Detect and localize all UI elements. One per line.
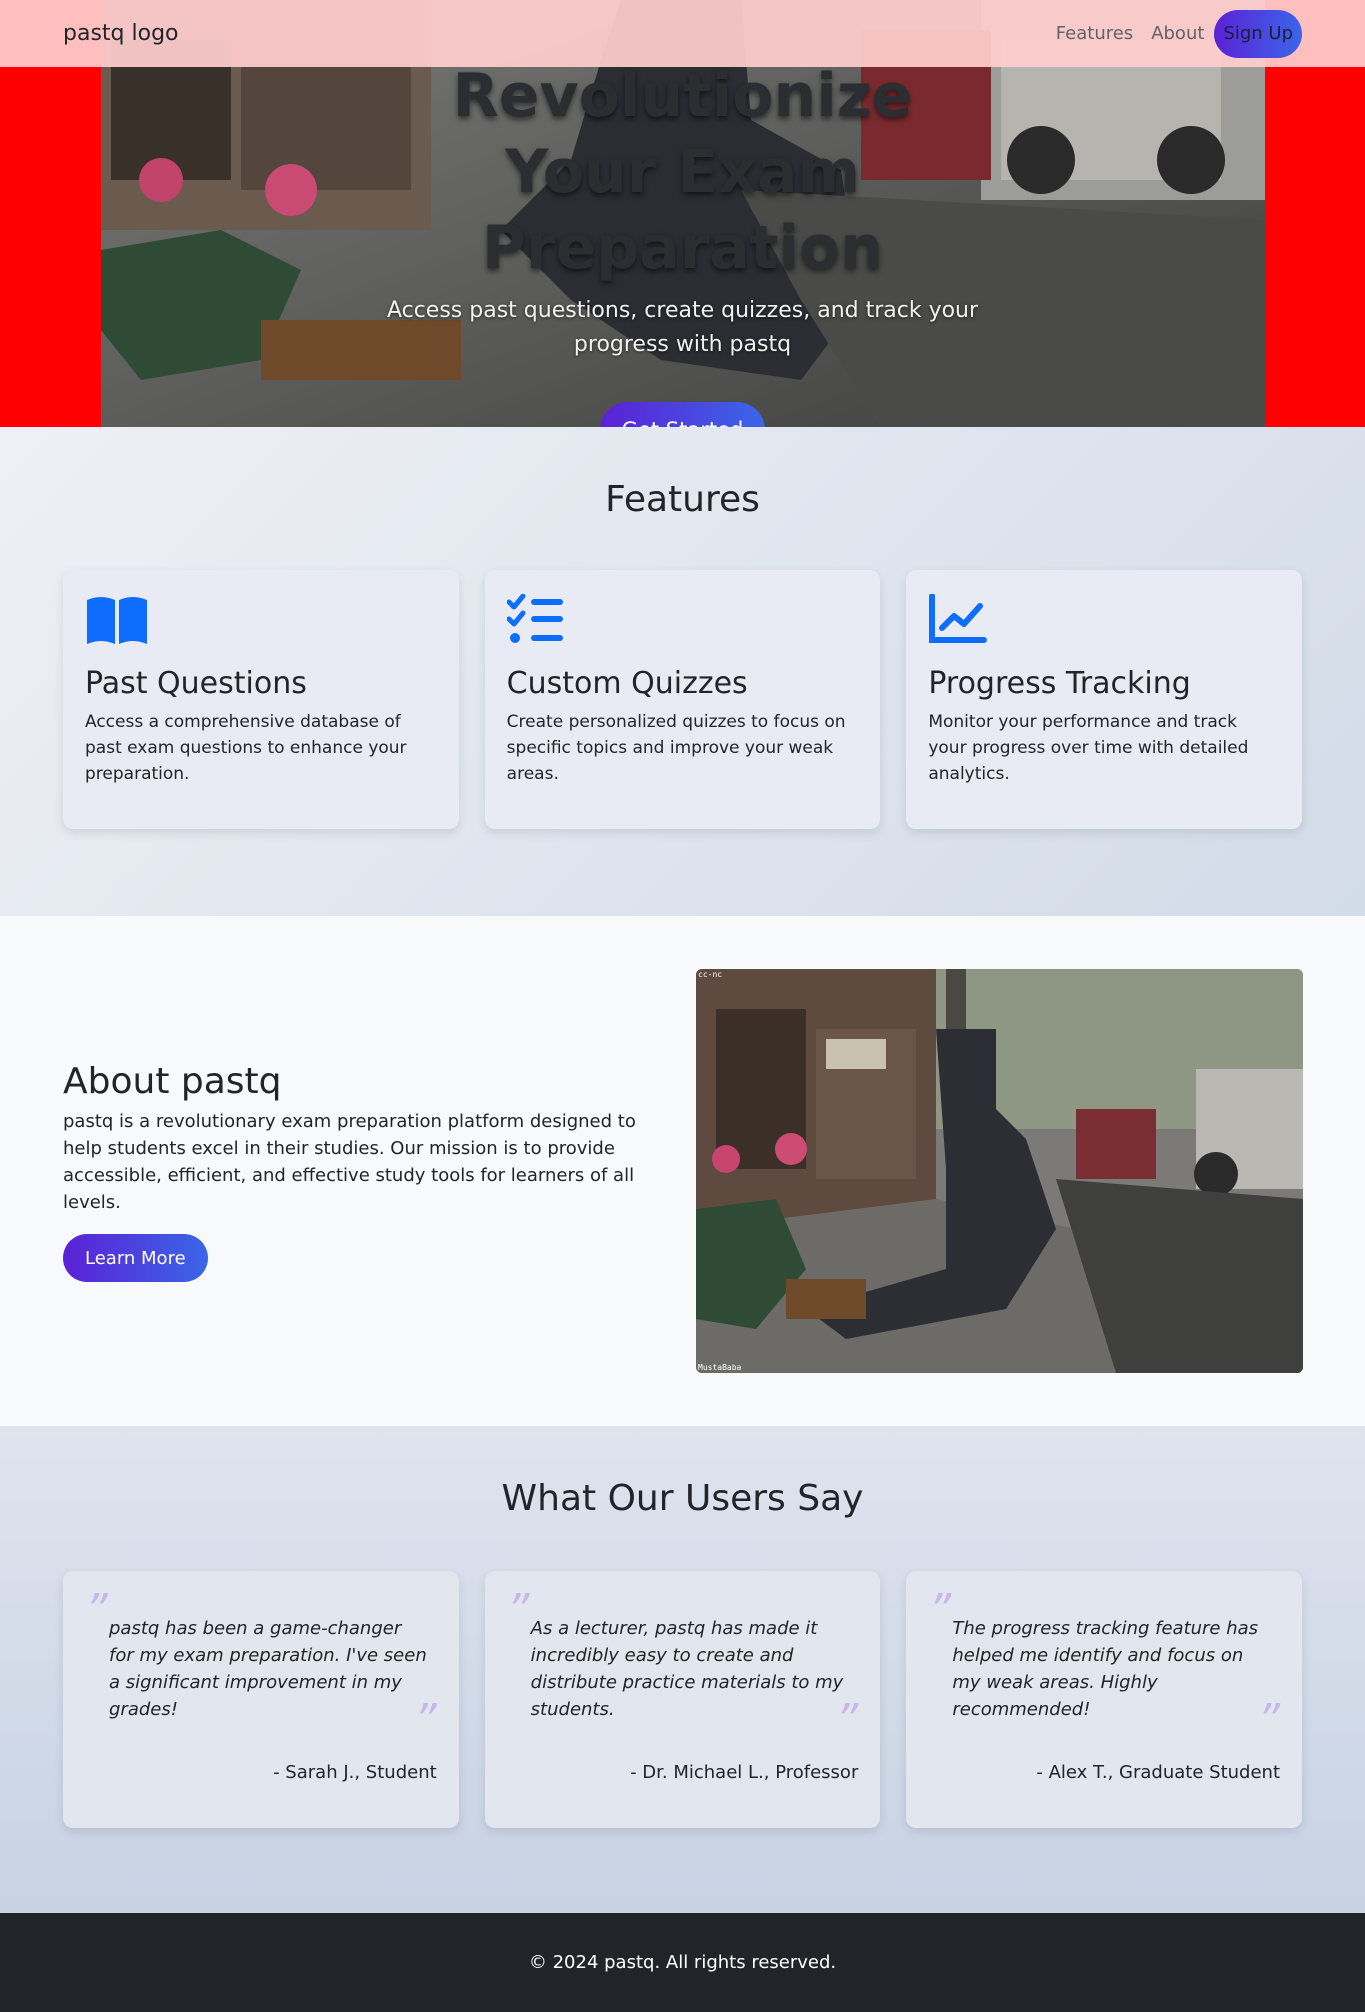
quote-close-icon: ”: [1257, 1695, 1281, 1746]
quote-open-icon: ”: [85, 1585, 108, 1636]
testimonial-quote: As a lecturer, pastq has made it incredi…: [530, 1618, 844, 1720]
nav-link-features[interactable]: Features: [1056, 23, 1133, 44]
feature-card-text: Create personalized quizzes to focus on …: [506, 712, 846, 784]
book-icon: [87, 597, 147, 644]
feature-card-text: Access a comprehensive database of past …: [85, 712, 407, 784]
feature-cards: Past Questions Access a comprehensive da…: [0, 570, 1365, 829]
line-chart-icon: [929, 594, 988, 643]
about-image: cc-nc MustaBaba: [696, 969, 1303, 1373]
feature-card-title: Progress Tracking: [928, 666, 1191, 701]
testimonial-quote: pastq has been a game-changer for my exa…: [109, 1618, 427, 1720]
features-section: Features Past Questions Access a compreh…: [0, 427, 1365, 916]
testimonial-author: - Dr. Michael L., Professor: [630, 1762, 859, 1783]
nav-link-about[interactable]: About: [1151, 23, 1204, 44]
feature-card-custom-quizzes: Custom Quizzes Create personalized quizz…: [484, 570, 881, 829]
nav-links: Features About Sign Up: [1056, 9, 1302, 58]
testimonials-section: What Our Users Say ” pastq has been a ga…: [0, 1426, 1365, 1913]
testimonial-card: ” The progress tracking feature has help…: [906, 1571, 1303, 1828]
feature-card-text: Monitor your performance and track your …: [928, 712, 1249, 784]
feature-card-title: Past Questions: [85, 666, 307, 701]
hero-title: Revolutionize Your Exam Preparation: [452, 61, 913, 283]
testimonial-author: - Alex T., Graduate Student: [1036, 1762, 1281, 1783]
about-text: About pastq pastq is a revolutionary exa…: [63, 1061, 643, 1282]
testimonials-title: What Our Users Say: [501, 1478, 864, 1519]
quote-open-icon: ”: [506, 1585, 530, 1636]
about-body: pastq is a revolutionary exam preparatio…: [63, 1111, 636, 1213]
quote-close-icon: ”: [835, 1695, 859, 1746]
hero-subtitle: Access past questions, create quizzes, a…: [386, 298, 979, 357]
feature-card-progress-tracking: Progress Tracking Monitor your performan…: [906, 570, 1303, 829]
get-started-button[interactable]: Get Started: [599, 402, 766, 427]
about-section: About pastq pastq is a revolutionary exa…: [0, 916, 1365, 1426]
signup-button[interactable]: Sign Up: [1214, 9, 1302, 58]
testimonial-cards: ” pastq has been a game-changer for my e…: [0, 1571, 1365, 1828]
about-title: About pastq: [63, 1061, 282, 1102]
testimonial-card: ” pastq has been a game-changer for my e…: [63, 1571, 459, 1828]
testimonial-card: ” As a lecturer, pastq has made it incre…: [484, 1571, 881, 1828]
checklist-icon: [506, 594, 563, 643]
footer-copyright: © 2024 pastq. All rights reserved.: [528, 1952, 837, 1973]
image-credit-bottom: MustaBaba: [698, 1363, 742, 1372]
brand-logo[interactable]: pastq logo: [63, 21, 179, 46]
feature-card-past-questions: Past Questions Access a comprehensive da…: [63, 570, 459, 829]
testimonial-quote: The progress tracking feature has helped…: [952, 1618, 1259, 1720]
learn-more-button[interactable]: Learn More: [63, 1234, 208, 1282]
features-title: Features: [605, 479, 760, 520]
image-credit-top: cc-nc: [698, 970, 723, 979]
hero-content: Revolutionize Your Exam Preparation Acce…: [0, 58, 1365, 427]
navbar: pastq logo Features About Sign Up: [0, 0, 1365, 67]
footer: © 2024 pastq. All rights reserved.: [0, 1913, 1365, 2012]
quote-close-icon: ”: [413, 1695, 437, 1746]
feature-card-title: Custom Quizzes: [506, 666, 748, 701]
testimonial-author: - Sarah J., Student: [273, 1762, 437, 1783]
quote-open-icon: ”: [928, 1585, 952, 1636]
